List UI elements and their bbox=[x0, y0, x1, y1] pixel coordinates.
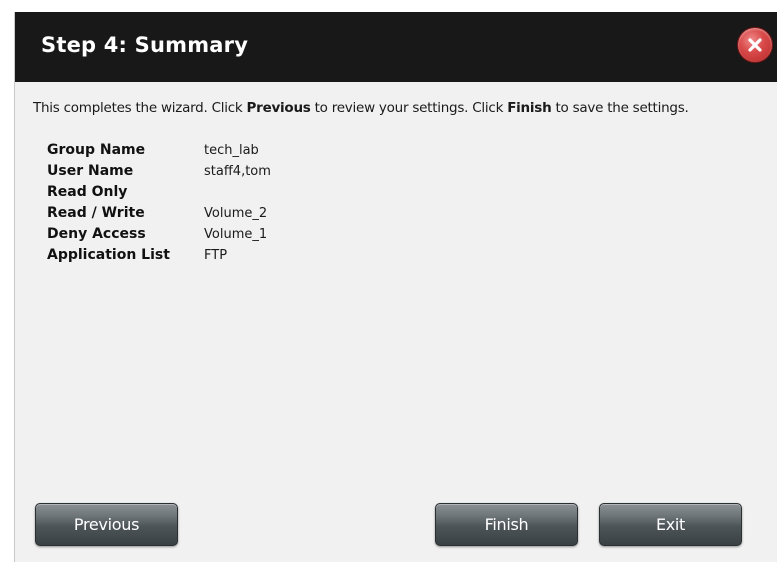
intro-previous-word: Previous bbox=[246, 100, 311, 116]
close-icon bbox=[748, 38, 762, 52]
summary-label: User Name bbox=[47, 163, 134, 179]
intro-text-part: This completes the wizard. Click bbox=[33, 100, 247, 116]
close-button[interactable] bbox=[738, 28, 772, 62]
summary-label: Deny Access bbox=[47, 226, 146, 242]
summary-label: Application List bbox=[47, 247, 170, 263]
summary-label: Read Only bbox=[47, 184, 128, 200]
exit-button[interactable]: Exit bbox=[599, 503, 742, 546]
summary-value: FTP bbox=[204, 248, 228, 263]
dialog-titlebar: Step 4: Summary bbox=[15, 12, 777, 82]
intro-text: This completes the wizard. Click Previou… bbox=[33, 100, 689, 116]
summary-value: tech_lab bbox=[204, 143, 259, 158]
summary-value: Volume_1 bbox=[204, 227, 268, 242]
intro-text-part: to review your settings. Click bbox=[310, 100, 508, 116]
dialog-title: Step 4: Summary bbox=[41, 33, 249, 57]
intro-finish-word: Finish bbox=[507, 100, 552, 116]
intro-text-part: to save the settings. bbox=[551, 100, 689, 116]
wizard-dialog: Step 4: Summary This completes the wizar… bbox=[14, 12, 777, 562]
finish-button[interactable]: Finish bbox=[435, 503, 578, 546]
previous-button[interactable]: Previous bbox=[35, 503, 178, 546]
summary-label: Read / Write bbox=[47, 205, 145, 221]
summary-value: staff4,tom bbox=[204, 164, 271, 179]
summary-label: Group Name bbox=[47, 142, 146, 158]
summary-value: Volume_2 bbox=[204, 206, 268, 221]
